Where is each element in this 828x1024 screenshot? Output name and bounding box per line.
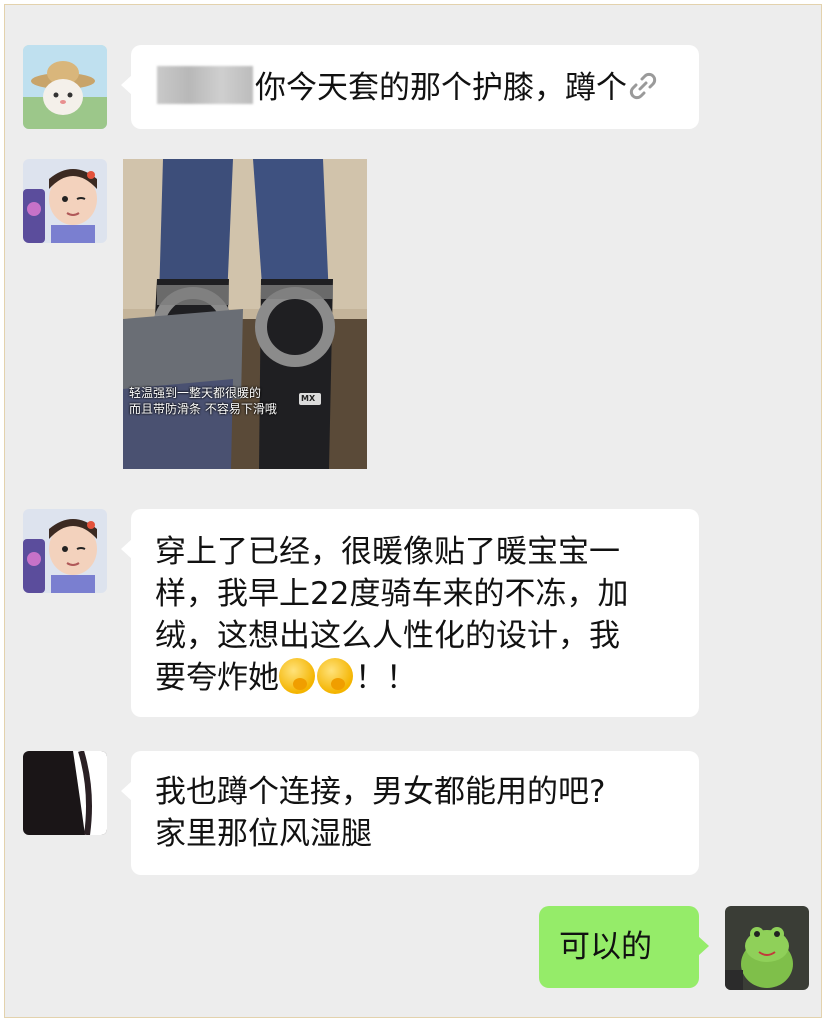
redacted-name	[155, 66, 255, 109]
message-text: 穿上了已经，很暖像贴了暖宝宝一	[155, 534, 620, 570]
message-text: 我也蹲个连接，男女都能用的吧?	[155, 774, 606, 810]
message-bubble[interactable]: 我也蹲个连接，男女都能用的吧? 家里那位风湿腿	[121, 751, 699, 875]
caption-line: 而且带防滑条 不容易下滑哦	[129, 402, 277, 416]
thinking-emoji-icon	[279, 658, 315, 694]
avatar[interactable]	[23, 751, 107, 835]
avatar[interactable]	[23, 45, 107, 129]
message-bubble-self[interactable]: 可以的	[539, 906, 709, 988]
chat-window: 你今天套的那个护膝，蹲个 轻温强到一整天都很暖的 而且带防滑条 不容易下滑哦 M…	[4, 4, 822, 1018]
message-bubble[interactable]: 你今天套的那个护膝，蹲个	[121, 45, 699, 129]
thinking-emoji-icon	[317, 658, 353, 694]
message-text: 你今天套的那个护膝，蹲个	[255, 70, 627, 106]
caption-line: 轻温强到一整天都很暖的	[129, 386, 262, 400]
message-text: 绒，这想出这么人性化的设计，我	[155, 618, 620, 654]
message-bubble[interactable]: 穿上了已经，很暖像贴了暖宝宝一 样，我早上22度骑车来的不冻，加 绒，这想出这么…	[121, 509, 699, 717]
message-text: ！！	[355, 660, 417, 696]
message-text: 样，我早上22度骑车来的不冻，加	[155, 576, 629, 612]
link-icon[interactable]	[627, 70, 659, 102]
message-text: 可以的	[559, 929, 652, 965]
photo-caption: 轻温强到一整天都很暖的 而且带防滑条 不容易下滑哦	[129, 385, 277, 417]
message-text-last-line: 要夸炸她 ！！	[155, 657, 699, 699]
redaction-blur	[157, 66, 253, 104]
avatar[interactable]	[23, 159, 107, 243]
message-text: 要夸炸她	[155, 660, 279, 696]
message-text: 家里那位风湿腿	[155, 816, 372, 852]
brand-mark: MX	[301, 394, 316, 403]
avatar[interactable]	[23, 509, 107, 593]
avatar[interactable]	[725, 906, 809, 990]
knee-brace-photo[interactable]: 轻温强到一整天都很暖的 而且带防滑条 不容易下滑哦 MX	[123, 159, 367, 469]
